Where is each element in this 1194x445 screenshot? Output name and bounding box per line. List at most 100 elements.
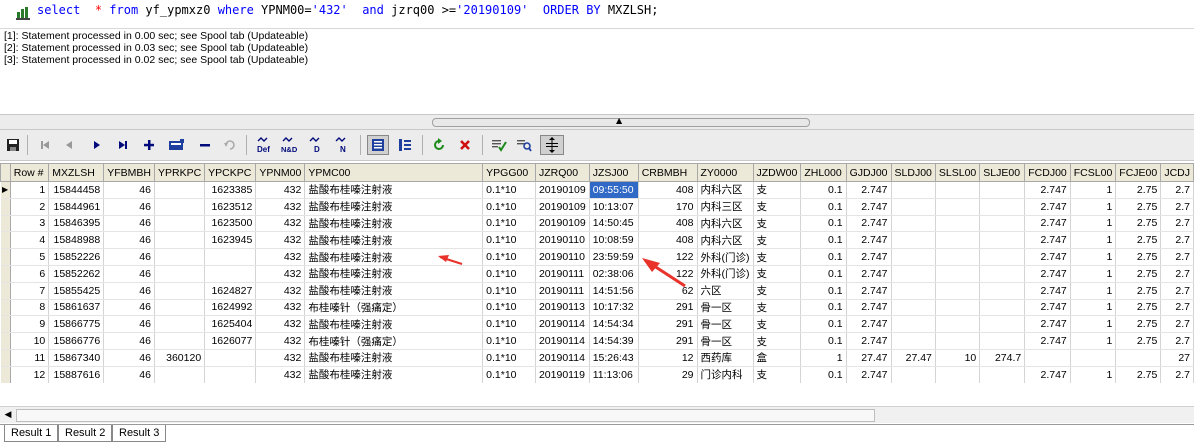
cell-fcdj00[interactable]: 2.747 [1024,282,1071,300]
cell-jzdw00[interactable]: 支 [753,366,802,383]
set-null-and-default-icon[interactable]: N&D [279,135,301,155]
cell-mxzlsh[interactable]: 15855425 [48,282,105,300]
cell-sldj00[interactable]: 27.47 [891,349,936,367]
cell-jzsj00[interactable]: 10:13:07 [589,198,639,216]
cell-row[interactable]: 6 [10,265,50,283]
cell-slje00[interactable]: 274.7 [979,349,1026,367]
cell-fcsl00[interactable]: 1 [1070,248,1117,266]
collapse-up-icon[interactable]: ▲ [616,117,622,125]
column-header-yprkpc[interactable]: YPRKPC [153,163,206,182]
cell-yprkpc[interactable] [154,265,206,283]
cell-sldj00[interactable] [891,366,936,383]
cell-crbmbh[interactable]: 170 [638,198,698,216]
set-to-default-icon[interactable]: D [306,135,328,155]
cell-slsl00[interactable] [935,299,981,317]
table-row[interactable]: 3 15846395 46 1623500 432 盐酸布桂嗪注射液 0.1*10 20190… [0,215,1194,233]
cell-jzsj00[interactable]: 10:17:32 [589,299,639,317]
column-header-zhl000[interactable]: ZHL000 [800,163,847,182]
cell-jzrq00[interactable]: 20190119 [535,366,590,383]
cell-fcdj00[interactable]: 2.747 [1024,332,1071,350]
column-header-slsl00[interactable]: SLSL00 [934,163,981,182]
cell-ypgg00[interactable]: 0.1*10 [482,248,536,266]
cell-zhl000[interactable]: 0.1 [800,366,847,383]
cell-ypmc00[interactable]: 盐酸布桂嗪注射液 [304,248,484,266]
cell-zhl000[interactable]: 0.1 [800,248,847,266]
cell-fcsl00[interactable] [1070,349,1117,367]
cell-jzdw00[interactable]: 支 [753,248,802,266]
result-grid[interactable]: Row # MXZLSH YFBMBH YPRKPC YPCKPC YPNM00 YPMC0… [0,163,1194,383]
cell-slje00[interactable] [979,231,1026,250]
pane-splitter[interactable]: ▲ [0,114,1194,130]
cell-yprkpc[interactable] [154,215,206,233]
row-indicator[interactable] [0,198,11,216]
cell-yprkpc[interactable]: 360120 [154,349,206,367]
set-default-icon[interactable]: Def [254,135,276,155]
cell-jcdj[interactable]: 2.7 [1160,215,1194,233]
cell-zhl000[interactable]: 0.1 [800,332,847,350]
cell-fcsl00[interactable]: 1 [1070,231,1117,250]
cell-slsl00[interactable] [935,198,981,216]
cell-slje00[interactable] [979,198,1026,216]
tab-result-1[interactable]: Result 1 [4,425,59,442]
cell-crbmbh[interactable]: 408 [638,231,698,250]
cell-jzsj00[interactable]: 14:50:45 [589,215,639,233]
row-indicator[interactable] [0,282,11,300]
sql-editor[interactable]: select * from yf_ypmxz0 where YPNM00='43… [0,0,1194,29]
cell-sldj00[interactable] [891,315,936,334]
scrollbar-thumb[interactable] [16,409,875,422]
cell-jcdj[interactable]: 2.7 [1160,248,1194,266]
cell-ypnm00[interactable]: 432 [255,315,306,334]
cell-jzdw00[interactable]: 支 [753,181,802,199]
cell-fcsl00[interactable]: 1 [1070,332,1117,350]
cell-fcdj00[interactable]: 2.747 [1024,299,1071,317]
cell-zy0000[interactable]: 内科六区 [697,215,754,233]
cell-ypgg00[interactable]: 0.1*10 [482,332,536,350]
cell-ypnm00[interactable]: 432 [255,332,306,350]
cell-mxzlsh[interactable]: 15867340 [48,349,105,367]
cell-yprkpc[interactable] [154,231,206,250]
table-row[interactable]: 10 15866776 46 1626077 432 布桂嗪针（强痛定） 0.1*10 201… [0,332,1194,350]
cell-ypmc00[interactable]: 盐酸布桂嗪注射液 [304,315,484,334]
cell-fcdj00[interactable]: 2.747 [1024,315,1071,334]
cell-ypckpc[interactable] [204,265,257,283]
cell-crbmbh[interactable]: 122 [638,248,698,266]
cell-mxzlsh[interactable]: 15852226 [48,248,105,266]
cell-zhl000[interactable]: 0.1 [800,265,847,283]
cell-zhl000[interactable]: 0.1 [800,231,847,250]
cell-slsl00[interactable] [935,248,981,266]
column-header-jzdw00[interactable]: JZDW00 [752,163,802,182]
cell-jcdj[interactable]: 2.7 [1160,198,1194,216]
cell-fcje00[interactable]: 2.75 [1115,299,1162,317]
cell-fcje00[interactable]: 2.75 [1115,181,1162,199]
cell-ypgg00[interactable]: 0.1*10 [482,282,536,300]
cell-gjdj00[interactable]: 2.747 [846,366,892,383]
cell-yfbmbh[interactable]: 46 [103,181,155,199]
prior-record-icon[interactable] [60,135,78,155]
cell-gjdj00[interactable]: 2.747 [846,198,892,216]
cell-crbmbh[interactable]: 408 [638,181,698,199]
column-header-sldj00[interactable]: SLDJ00 [890,163,936,182]
cell-jzdw00[interactable]: 支 [753,299,802,317]
cell-yprkpc[interactable] [154,366,206,383]
table-row[interactable]: ▶ 1 15844458 46 1623385 432 盐酸布桂嗪注射液 0.1*10 2019… [0,181,1194,199]
cell-fcdj00[interactable]: 2.747 [1024,265,1071,283]
cell-ypnm00[interactable]: 432 [255,215,306,233]
cell-ypnm00[interactable]: 432 [255,231,306,250]
row-indicator[interactable] [0,215,11,233]
cell-jcdj[interactable]: 2.7 [1160,231,1194,250]
cell-mxzlsh[interactable]: 15846395 [48,215,105,233]
cell-jzrq00[interactable]: 20190109 [535,198,590,216]
cell-sldj00[interactable] [891,181,936,199]
cell-zy0000[interactable]: 骨一区 [697,332,754,350]
tab-result-3[interactable]: Result 3 [112,425,167,442]
cell-ypmc00[interactable]: 盐酸布桂嗪注射液 [304,231,484,250]
cell-zhl000[interactable]: 0.1 [800,181,847,199]
cell-zy0000[interactable]: 内科六区 [697,181,754,199]
cell-slsl00[interactable] [935,366,981,383]
cell-row[interactable]: 5 [10,248,50,266]
cell-mxzlsh[interactable]: 15844961 [48,198,105,216]
cell-slsl00[interactable] [935,215,981,233]
cell-slsl00[interactable]: 10 [935,349,981,367]
cell-zy0000[interactable]: 骨一区 [697,315,754,334]
cell-slje00[interactable] [979,215,1026,233]
